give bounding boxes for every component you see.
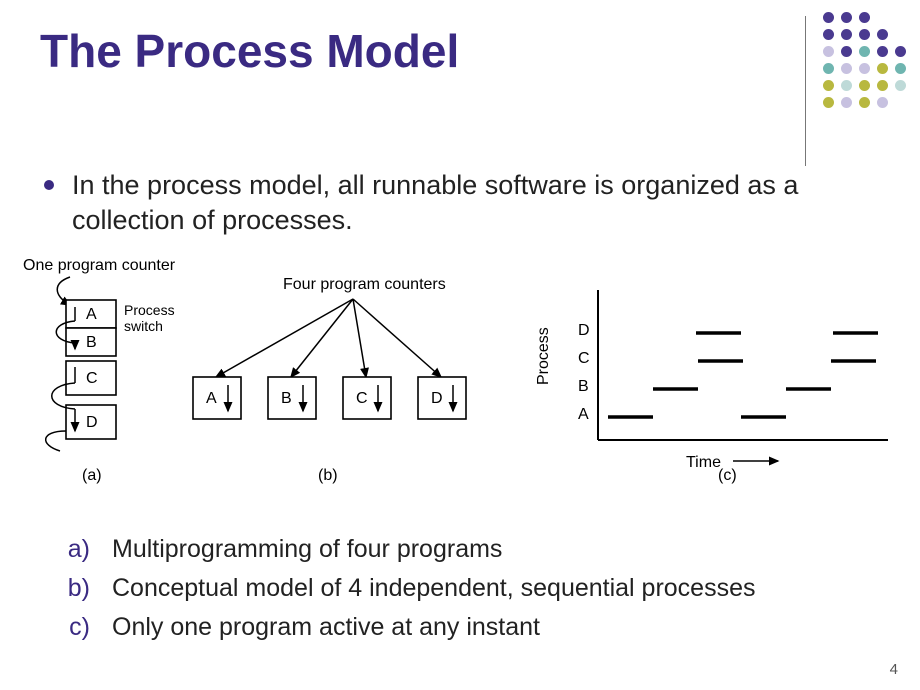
svg-text:C: C	[356, 390, 368, 407]
bullet-icon	[44, 180, 54, 190]
fig-sublabel-c: (c)	[718, 467, 737, 484]
title-divider	[805, 16, 806, 166]
page-title: The Process Model	[40, 24, 459, 78]
svg-text:D: D	[431, 390, 443, 407]
sublist-item-b: b) Conceptual model of 4 independent, se…	[56, 569, 756, 608]
fig-xlabel: Time	[686, 454, 721, 471]
slide: The Process Model In the process model, …	[0, 0, 920, 690]
sub-list: a) Multiprogramming of four programs b) …	[56, 530, 756, 646]
sublist-text: Multiprogramming of four programs	[112, 530, 502, 569]
svg-text:switch: switch	[124, 318, 163, 334]
fig-label-four-pcs: Four program counters	[283, 276, 446, 293]
fig-label-process-switch: Process	[124, 302, 175, 318]
main-bullet-row: In the process model, all runnable softw…	[44, 168, 812, 238]
svg-text:A: A	[206, 390, 217, 407]
page-number: 4	[890, 661, 898, 678]
svg-text:B: B	[578, 378, 589, 395]
main-bullet-text: In the process model, all runnable softw…	[72, 168, 812, 238]
fig-ylabel: Process	[535, 327, 552, 385]
svg-text:B: B	[86, 334, 97, 351]
sublist-label: a)	[56, 530, 90, 569]
fig-b-boxes: A B C D	[193, 377, 466, 419]
sublist-item-a: a) Multiprogramming of four programs	[56, 530, 756, 569]
sublist-label: c)	[56, 608, 90, 647]
svg-text:B: B	[281, 390, 292, 407]
fig-sublabel-b: (b)	[318, 467, 338, 484]
decorative-dots	[823, 12, 906, 108]
svg-text:D: D	[578, 322, 590, 339]
sublist-label: b)	[56, 569, 90, 608]
fig-sublabel-a: (a)	[82, 467, 102, 484]
svg-text:C: C	[86, 370, 98, 387]
sublist-item-c: c) Only one program active at any instan…	[56, 608, 756, 647]
svg-text:A: A	[578, 406, 589, 423]
sublist-text: Conceptual model of 4 independent, seque…	[112, 569, 756, 608]
svg-text:A: A	[86, 306, 97, 323]
fig-label-one-pc: One program counter	[23, 257, 176, 274]
svg-text:D: D	[86, 414, 98, 431]
fig-c-chart: Process D C B A Time	[535, 290, 888, 471]
process-model-figure: text{font-family:Arial,Helvetica,sans-se…	[18, 255, 913, 500]
svg-text:C: C	[578, 350, 590, 367]
sublist-text: Only one program active at any instant	[112, 608, 540, 647]
